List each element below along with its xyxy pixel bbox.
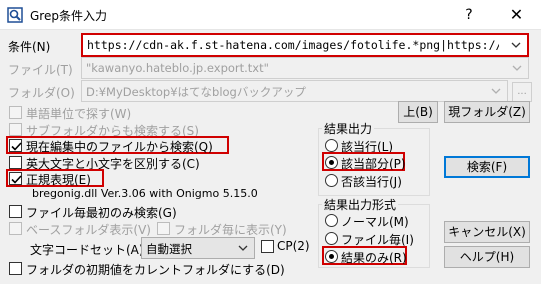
up-button[interactable]: 上(B) xyxy=(398,101,438,123)
radio-resultonly[interactable] xyxy=(325,250,338,263)
chevron-down-icon[interactable] xyxy=(508,37,524,53)
checkmark-icon xyxy=(11,175,22,184)
search-button[interactable]: 検索(F) xyxy=(444,156,530,178)
init-folder-label: フォルダの初期値をカレントフォルダにする(D) xyxy=(26,263,285,277)
per-folder-checkbox[interactable] xyxy=(157,222,170,235)
radio-line[interactable] xyxy=(325,139,338,152)
current-file-label: 現在編集中のファイルから検索(Q) xyxy=(26,140,213,154)
file-combobox[interactable]: "kawanyo.hateblo.jp.export.txt" xyxy=(81,57,529,79)
folder-input[interactable]: D:¥MyDesktop¥はてなblogバックアップ xyxy=(86,84,466,100)
close-button[interactable]: ✕ xyxy=(492,0,541,30)
chevron-down-icon[interactable] xyxy=(509,60,525,76)
chevron-down-icon[interactable] xyxy=(488,83,504,99)
charset-value: 自動選択 xyxy=(146,242,192,256)
cp-checkbox[interactable] xyxy=(261,240,274,253)
condition-input[interactable]: https://cdn-ak.f.st-hatena.com/images/fo… xyxy=(87,38,499,52)
subfolder-checkbox[interactable] xyxy=(9,123,22,136)
result-format-title: 結果出力形式 xyxy=(322,196,399,213)
radio-nonmatch[interactable] xyxy=(325,174,338,187)
file-input[interactable]: "kawanyo.hateblo.jp.export.txt" xyxy=(86,61,486,75)
help-button[interactable]: ヘルプ(H) xyxy=(444,246,530,268)
result-output-nonmatch-label: 否該当行(J) xyxy=(341,175,402,189)
regex-library-info: bregonig.dll Ver.3.06 with Onigmo 5.15.0 xyxy=(32,187,258,200)
checkmark-icon xyxy=(11,142,22,151)
cancel-button[interactable]: キャンセル(X) xyxy=(444,221,530,243)
result-output-title: 結果出力 xyxy=(322,120,375,137)
first-only-label: ファイル毎最初のみ検索(G) xyxy=(26,206,177,220)
condition-combobox[interactable]: https://cdn-ak.f.st-hatena.com/images/fo… xyxy=(81,33,529,57)
charset-label: 文字コードセット(A) xyxy=(30,243,144,257)
title-bar[interactable]: Grep条件入力 ? ✕ xyxy=(0,0,541,30)
radio-perfile[interactable] xyxy=(325,232,338,245)
folder-label: フォルダ(O) xyxy=(8,86,75,100)
regex-checkbox[interactable] xyxy=(9,172,22,185)
regex-label: 正規表現(E) xyxy=(26,173,91,187)
case-checkbox[interactable] xyxy=(9,156,22,169)
current-folder-button[interactable]: 現フォルダ(Z) xyxy=(444,101,530,123)
current-file-checkbox[interactable] xyxy=(9,139,22,152)
help-title-button[interactable]: ? xyxy=(446,0,492,30)
window-title: Grep条件入力 xyxy=(30,9,107,23)
base-folder-checkbox[interactable] xyxy=(9,222,22,235)
app-icon xyxy=(7,7,23,23)
result-output-part-label: 該当部分(P) xyxy=(341,157,406,171)
base-folder-label: ベースフォルダ表示(V) xyxy=(26,223,151,237)
radio-part[interactable] xyxy=(325,156,338,169)
result-format-resultonly-label: 結果のみ(R) xyxy=(341,251,407,265)
cp-label: CP(2) xyxy=(277,239,310,253)
folder-combobox[interactable]: D:¥MyDesktop¥はてなblogバックアップ xyxy=(81,80,508,102)
first-only-checkbox[interactable] xyxy=(9,205,22,218)
file-label: ファイル(T) xyxy=(8,63,73,77)
per-folder-label: フォルダ毎に表示(Y) xyxy=(174,223,287,237)
result-format-normal-label: ノーマル(M) xyxy=(341,215,409,229)
charset-select[interactable]: 自動選択 xyxy=(141,237,255,259)
init-folder-checkbox[interactable] xyxy=(9,262,22,275)
folder-browse-button[interactable]: ... xyxy=(512,82,532,102)
condition-label: 条件(N) xyxy=(8,40,51,54)
chevron-down-icon xyxy=(238,245,248,251)
radio-normal[interactable] xyxy=(325,214,338,227)
word-unit-label: 単語単位で探す(W) xyxy=(26,107,132,121)
word-unit-checkbox[interactable] xyxy=(9,106,22,119)
